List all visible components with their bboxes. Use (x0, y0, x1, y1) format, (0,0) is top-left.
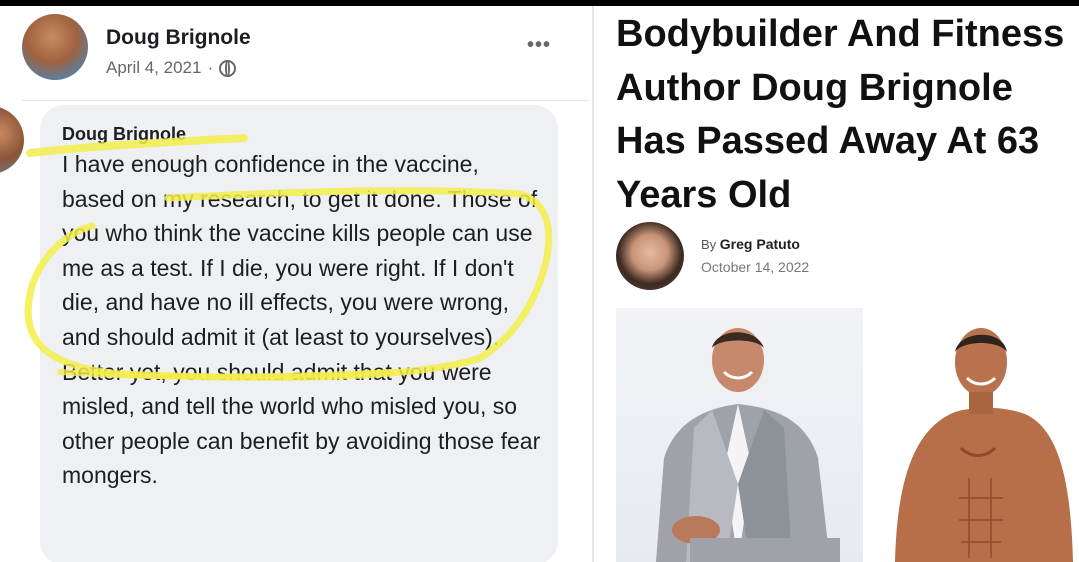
article-byline: By Greg Patuto (701, 236, 800, 252)
article-headline[interactable]: Bodybuilder And Fitness Author Doug Brig… (616, 8, 1076, 222)
commenter-avatar[interactable] (0, 106, 24, 174)
byline-prefix: By (701, 237, 717, 252)
post-header: Doug Brignole April 4, 2021 · ••• (0, 6, 592, 102)
author-avatar[interactable] (22, 14, 88, 80)
meta-separator: · (207, 58, 214, 77)
news-article: Bodybuilder And Fitness Author Doug Brig… (594, 6, 1079, 562)
post-date[interactable]: April 4, 2021 (106, 58, 201, 78)
comment-author-name[interactable]: Doug Brignole (62, 124, 186, 145)
post-author-name[interactable]: Doug Brignole (106, 26, 251, 50)
post-meta: April 4, 2021 · (106, 58, 237, 78)
comment-text: I have enough confidence in the vaccine,… (62, 151, 541, 489)
more-options-icon[interactable]: ••• (527, 34, 551, 57)
header-divider (22, 100, 588, 101)
suit-portrait-photo (616, 308, 863, 562)
byline-author[interactable]: Greg Patuto (720, 236, 800, 252)
physique-photo (875, 308, 1079, 562)
globe-icon (219, 59, 237, 77)
author-avatar-photo[interactable] (616, 222, 684, 290)
article-date: October 14, 2022 (701, 259, 810, 275)
facebook-post: Doug Brignole April 4, 2021 · ••• Doug B… (0, 6, 592, 562)
